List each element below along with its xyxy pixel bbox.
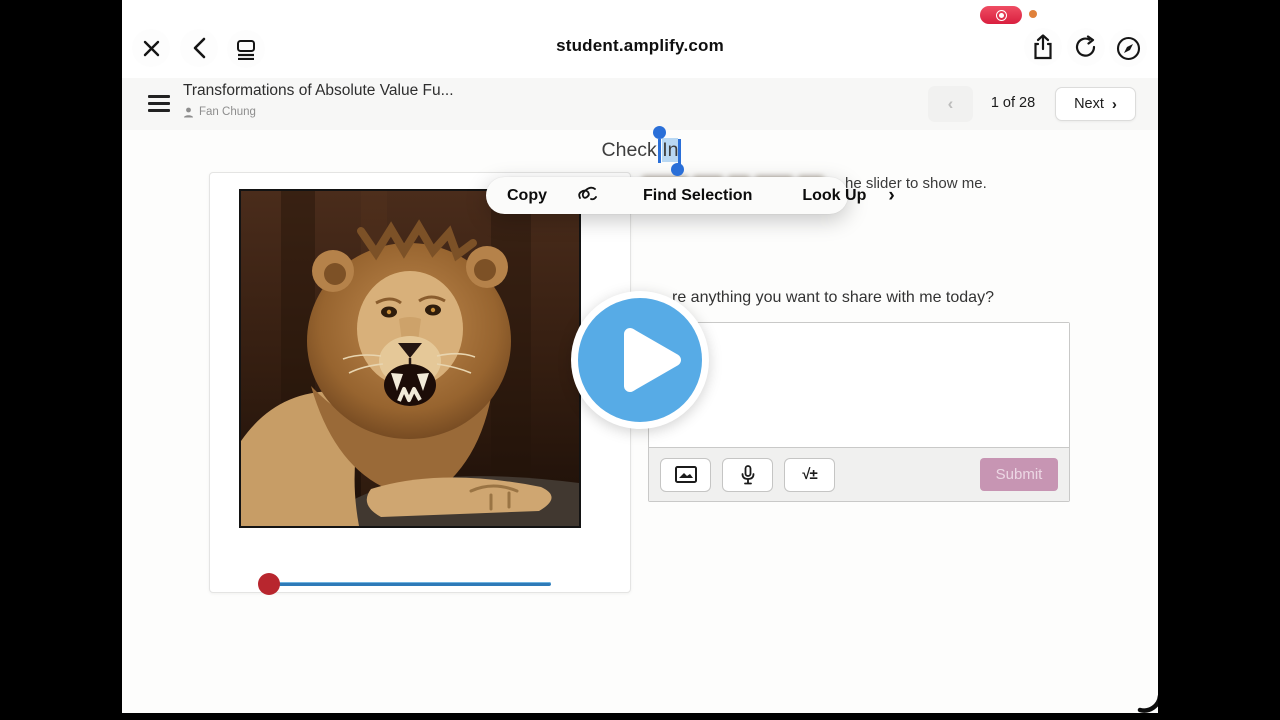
scribble-icon <box>578 186 597 201</box>
heading-text: Check <box>601 139 663 161</box>
answer-input[interactable] <box>649 323 1069 442</box>
previous-page-button[interactable]: ‹ <box>928 86 973 122</box>
author-name: Fan Chung <box>199 106 256 118</box>
mic-active-dot-icon <box>1029 10 1037 18</box>
chevron-left-icon: ‹ <box>947 94 954 113</box>
video-progress-track[interactable] <box>269 582 551 586</box>
share-icon <box>1034 34 1052 60</box>
question-text: re anything you want to share with me to… <box>672 289 994 306</box>
find-selection-menu-item[interactable]: Find Selection <box>643 187 752 205</box>
text-selection-context-menu: Copy Find Selection Look Up › <box>486 177 895 214</box>
media-card <box>209 172 631 595</box>
record-icon <box>995 9 1007 21</box>
screen-recording-indicator[interactable] <box>980 6 1022 24</box>
menu-more-chevron-icon[interactable]: › <box>888 185 894 207</box>
play-button-circle <box>578 298 702 422</box>
chevron-right-icon: › <box>1111 95 1117 113</box>
selection-handle-end[interactable] <box>671 163 684 176</box>
microphone-icon <box>741 464 754 484</box>
answer-toolbar: √± Submit <box>649 447 1069 501</box>
video-progress-knob[interactable] <box>258 573 280 595</box>
spinner-icon <box>1137 694 1158 713</box>
writing-tools-menu-item[interactable] <box>577 183 599 208</box>
next-page-button[interactable]: Next › <box>1055 87 1136 121</box>
safari-app-window: student.amplify.com Transformations of A… <box>122 0 1158 713</box>
person-icon <box>184 107 193 117</box>
play-icon <box>624 328 681 392</box>
answer-box: √± Submit <box>648 322 1070 502</box>
insert-image-button[interactable] <box>660 457 711 492</box>
page-title: Check In <box>122 138 1158 162</box>
selection-handle-start[interactable] <box>653 126 666 139</box>
reload-button[interactable] <box>1067 28 1105 66</box>
record-audio-button[interactable] <box>722 457 773 492</box>
browser-toolbar: student.amplify.com <box>122 0 1158 78</box>
selection-bar-end <box>678 139 681 166</box>
selected-text[interactable]: In <box>662 138 679 162</box>
image-icon <box>674 466 697 483</box>
insert-math-button[interactable]: √± <box>784 457 835 492</box>
menu-button[interactable] <box>148 95 170 112</box>
reload-icon <box>1075 35 1096 57</box>
lion-image <box>239 189 581 528</box>
author-row: Fan Chung <box>183 106 256 118</box>
submit-button[interactable]: Submit <box>980 458 1058 491</box>
page-indicator: 1 of 28 <box>990 95 1036 111</box>
next-label: Next <box>1074 96 1104 112</box>
share-button[interactable] <box>1024 28 1062 66</box>
math-icon: √± <box>802 466 818 483</box>
lesson-title: Transformations of Absolute Value Fu... <box>183 82 454 99</box>
compass-icon <box>1116 36 1140 60</box>
address-bar[interactable]: student.amplify.com <box>122 36 1158 56</box>
extensions-button[interactable] <box>1109 29 1147 67</box>
copy-menu-item[interactable]: Copy <box>507 187 547 205</box>
look-up-menu-item[interactable]: Look Up <box>802 187 866 205</box>
play-video-button[interactable] <box>571 291 709 429</box>
selection-bar-start <box>658 139 661 163</box>
lion-illustration <box>241 191 579 526</box>
